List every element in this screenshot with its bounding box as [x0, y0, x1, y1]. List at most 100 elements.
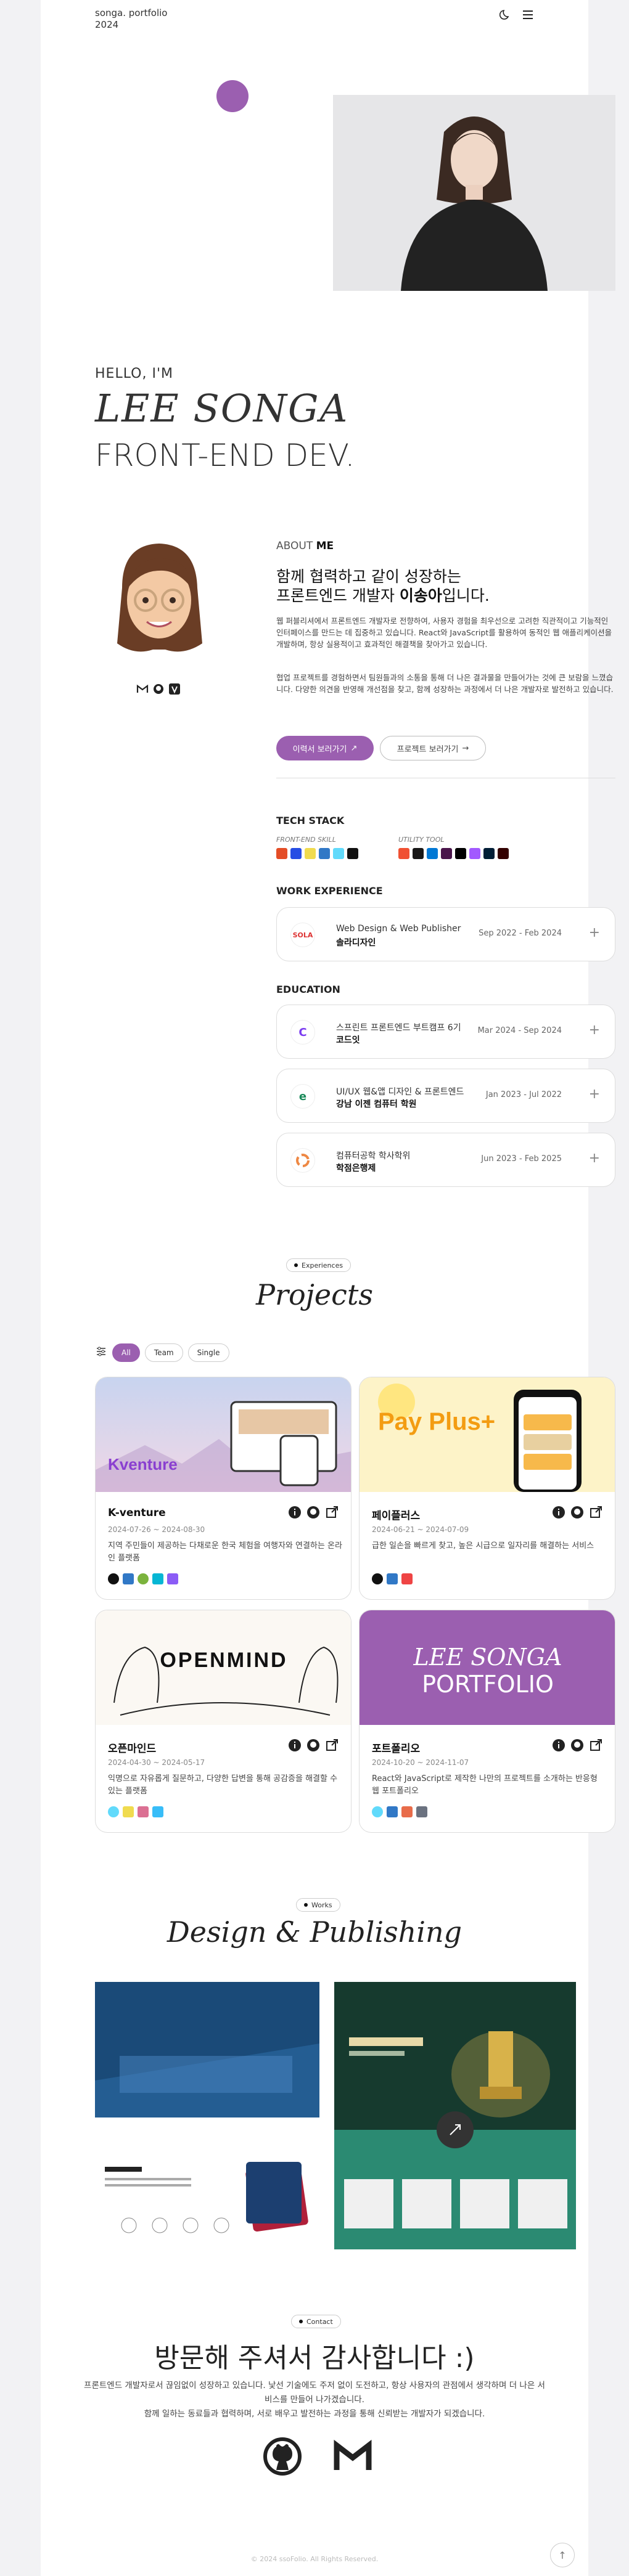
project-links — [288, 1738, 339, 1752]
about-title-suffix: 입니다. — [442, 587, 490, 605]
about-heading-bold: ME — [316, 540, 334, 552]
github-icon[interactable] — [570, 1738, 584, 1752]
external-link-icon[interactable] — [325, 1506, 339, 1519]
project-stack — [372, 1806, 427, 1817]
plus-icon[interactable]: + — [589, 925, 600, 940]
typescript-icon — [387, 1806, 398, 1817]
gmail-icon[interactable] — [136, 683, 149, 695]
publishing-work-2[interactable] — [334, 1982, 576, 2249]
arrow-up-icon: ↑ — [558, 2549, 567, 2561]
portfolio-thumb-line2: PORTFOLIO — [422, 1671, 554, 1698]
project-filter: All Team Single — [95, 1343, 229, 1362]
sola-design-logo: SOLA — [290, 923, 315, 947]
external-link-icon[interactable] — [589, 1738, 602, 1752]
hero-hello: HELLO, I'M — [95, 366, 173, 381]
react-icon — [108, 1806, 119, 1817]
tech-stack-heading: TECH STACK — [276, 815, 345, 826]
illustrator-icon — [498, 848, 509, 859]
slack-icon — [441, 848, 452, 859]
project-card-portfolio[interactable]: LEE SONGA PORTFOLIO 포트폴리오 2024-10-20 ~ 2… — [359, 1610, 615, 1833]
project-date: 2024-10-20 ~ 2024-11-07 — [372, 1758, 469, 1767]
project-card-payplus[interactable]: Pay Plus+ 페이플러스 2024-06-21 ~ 2024-07-09 … — [359, 1377, 615, 1600]
publishing-work-1[interactable] — [95, 1982, 319, 2249]
github-icon[interactable] — [152, 683, 165, 695]
info-icon[interactable] — [552, 1738, 565, 1752]
info-icon[interactable] — [288, 1738, 302, 1752]
education-card[interactable]: e UI/UX 웹&앱 디자인 & 프론트엔드 강남 이젠 컴퓨터 학원 Jan… — [276, 1069, 615, 1123]
experience-org: 솔라디자인 — [336, 938, 376, 948]
about-heading: ABOUT ME — [276, 540, 334, 552]
contact-links — [263, 2437, 372, 2476]
project-card-openmind[interactable]: OPENMIND 오픈마인드 2024-04-30 ~ 2024-05-17 익… — [95, 1610, 352, 1833]
education-card[interactable]: C 스프린트 프론트엔드 부트캠프 6기 코드잇 Mar 2024 - Sep … — [276, 1005, 615, 1059]
view-projects-button[interactable]: 프로젝트 보러가기 → — [380, 736, 486, 760]
filter-icon — [95, 1345, 107, 1360]
education-date: Mar 2024 - Sep 2024 — [477, 1026, 562, 1035]
moon-icon[interactable] — [500, 9, 512, 21]
scroll-top-button[interactable]: ↑ — [550, 2543, 575, 2567]
javascript-icon — [305, 848, 316, 859]
vercel-icon — [416, 1806, 427, 1817]
education-org: 학점은행제 — [336, 1164, 376, 1173]
project-card-kventure[interactable]: Kventure K-venture 2024-07-26 ~ 2024-08-… — [95, 1377, 352, 1600]
project-stack — [372, 1573, 413, 1584]
decorative-dot — [216, 80, 249, 112]
gmail-icon[interactable] — [333, 2437, 372, 2476]
typescript-icon — [387, 1573, 398, 1584]
react-icon — [372, 1806, 383, 1817]
vscode-icon — [427, 848, 438, 859]
javascript-icon — [123, 1806, 134, 1817]
hero-role: FRONT-END DEV. — [95, 438, 355, 473]
typescript-icon — [123, 1573, 134, 1584]
github-icon[interactable] — [570, 1506, 584, 1519]
hero-name: LEE SONGA — [95, 386, 349, 431]
filter-all[interactable]: All — [112, 1343, 140, 1362]
utility-tool-icons — [398, 848, 509, 859]
about-title: 함께 협력하고 같이 성장하는 프론트엔드 개발자 이송아입니다. — [276, 567, 603, 605]
react-icon — [333, 848, 344, 859]
project-thumbnail: OPENMIND — [96, 1610, 351, 1725]
css-icon — [290, 848, 302, 859]
education-card[interactable]: 컴퓨터공학 학사학위 학점은행제 Jun 2023 - Feb 2025 + — [276, 1133, 615, 1187]
tailwind-icon — [152, 1573, 163, 1584]
project-title: K-venture — [108, 1507, 166, 1519]
experiences-pill-label: Experiences — [302, 1261, 343, 1270]
github-icon[interactable] — [306, 1738, 320, 1752]
plus-icon[interactable]: + — [589, 1151, 600, 1166]
about-title-line2: 프론트엔드 개발자 이송아입니다. — [276, 586, 603, 605]
project-title: 포트폴리오 — [372, 1743, 421, 1755]
github-icon[interactable] — [263, 2437, 302, 2476]
github-icon[interactable] — [306, 1506, 320, 1519]
experience-card[interactable]: SOLA Web Design & Web Publisher 솔라디자인 Se… — [276, 907, 615, 961]
filter-single[interactable]: Single — [187, 1343, 229, 1362]
about-social-links — [136, 683, 181, 695]
resume-button[interactable]: 이력서 보러가기 ↗ — [276, 736, 374, 760]
brand-logo[interactable]: songa. portfolio 2024 — [95, 7, 167, 31]
copyright: © 2024 ssoFolio. All Rights Reserved. — [250, 2555, 379, 2563]
info-icon[interactable] — [288, 1506, 302, 1519]
external-link-icon[interactable] — [589, 1506, 602, 1519]
project-date: 2024-04-30 ~ 2024-05-17 — [108, 1758, 205, 1767]
external-link-icon[interactable] — [325, 1738, 339, 1752]
memoji-avatar — [104, 532, 215, 668]
about-paragraph-1: 웹 퍼블리셔에서 프론트엔드 개발자로 전향하여, 사용자 경험을 최우선으로 … — [276, 616, 612, 649]
filter-team[interactable]: Team — [144, 1343, 183, 1362]
pill-dot-icon — [304, 1903, 308, 1907]
hamburger-menu-icon[interactable] — [522, 9, 534, 21]
works-title: Design & Publishing — [166, 1915, 462, 1949]
plus-icon[interactable]: + — [589, 1086, 600, 1102]
contact-pill-label: Contact — [306, 2317, 333, 2326]
velog-icon[interactable] — [168, 683, 181, 695]
project-stack — [108, 1573, 178, 1584]
contact-paragraph-2: 함께 일하는 동료들과 협력하며, 서로 배우고 발전하는 과정을 통해 신뢰받… — [144, 2409, 485, 2419]
education-date: Jun 2023 - Feb 2025 — [481, 1154, 562, 1164]
works-pill: Works — [296, 1898, 340, 1912]
portfolio-thumb-line1: LEE SONGA — [413, 1644, 562, 1671]
frontend-skill-icons — [276, 848, 358, 859]
education-course: 컴퓨터공학 학사학위 — [336, 1151, 411, 1161]
info-icon[interactable] — [552, 1506, 565, 1519]
plus-icon[interactable]: + — [589, 1022, 600, 1038]
zustand-icon — [167, 1573, 178, 1584]
git-icon — [398, 848, 409, 859]
view-projects-label: 프로젝트 보러가기 — [397, 744, 459, 754]
